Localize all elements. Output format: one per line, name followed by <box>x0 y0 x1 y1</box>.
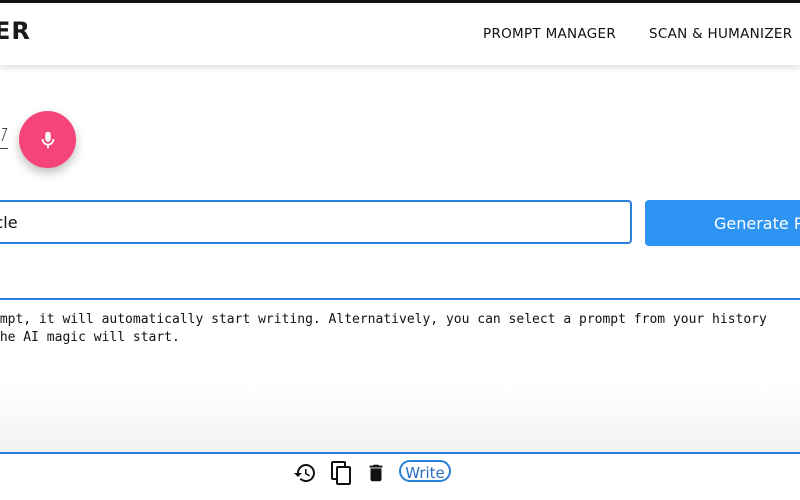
history-icon[interactable] <box>292 460 318 486</box>
editor-line: ompt, it will automatically start writin… <box>0 312 767 327</box>
editor-text: ompt, it will automatically start writin… <box>0 311 800 346</box>
microphone-button[interactable] <box>19 111 76 168</box>
copy-icon[interactable] <box>328 460 354 486</box>
navbar: ER PROMPT MANAGER SCAN & HUMANIZER <box>0 3 800 65</box>
label-underline <box>0 148 8 149</box>
label-fragment <box>0 128 8 141</box>
prompt-input[interactable] <box>0 200 632 244</box>
app-window: ER PROMPT MANAGER SCAN & HUMANIZER Gener… <box>0 0 800 500</box>
editor-toolbar: Write <box>0 454 800 500</box>
trash-icon[interactable] <box>363 460 389 486</box>
brand-logo[interactable]: ER <box>0 17 31 45</box>
nav-prompt-manager[interactable]: PROMPT MANAGER <box>483 26 616 42</box>
generate-prompt-button[interactable]: Generate P <box>645 200 800 246</box>
editor-area[interactable]: ompt, it will automatically start writin… <box>0 300 800 452</box>
editor-line: the AI magic will start. <box>0 329 180 345</box>
write-button[interactable]: Write <box>399 460 451 482</box>
microphone-icon <box>41 131 54 148</box>
nav-scan-humanizer[interactable]: SCAN & HUMANIZER <box>649 26 792 42</box>
